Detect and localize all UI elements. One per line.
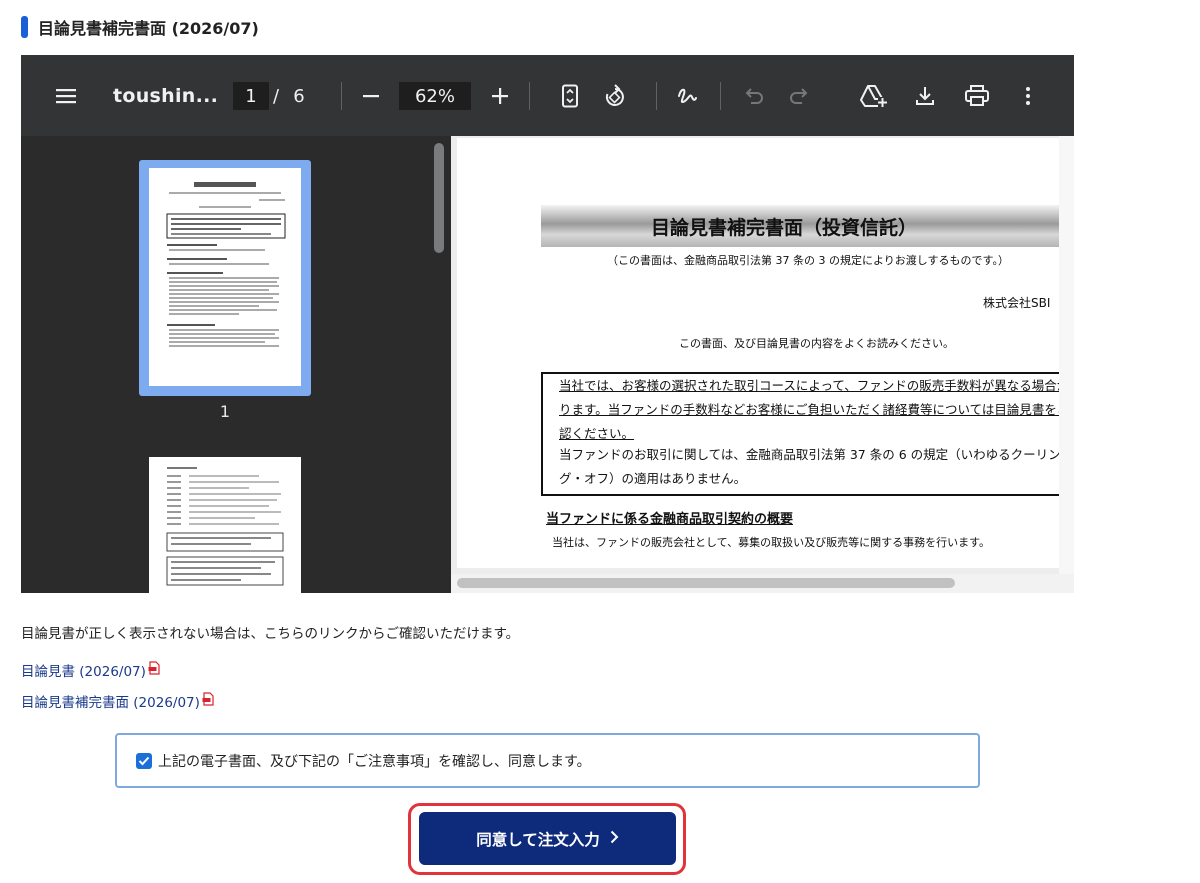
supplementary-doc-link-label[interactable]: 目論見書補完書面 (2026/07) [21,691,200,711]
prospectus-link-label[interactable]: 目論見書 (2026/07) [21,660,146,680]
document-hscroll-track [451,574,1074,593]
download-icon[interactable] [913,83,937,109]
menu-icon[interactable] [54,84,78,108]
notice-line: 認ください。 [559,426,635,441]
fit-page-icon[interactable] [558,83,582,109]
document-notice-box: 当社では、お客様の選択された取引コースによって、ファンドの販売手数料が異なる場合… [541,372,1059,496]
prospectus-link[interactable]: 目論見書 (2026/07) [21,660,160,680]
pdf-toolbar: toushin... 1 / 6 62% [21,55,1074,136]
agreement-box: 上記の電子書面、及び下記の「ご注意事項」を確認し、同意します。 [115,733,980,788]
thumbnail-content [166,182,286,347]
document-page: 目論見書補完書面（投資信託） （この書面は、金融商品取引法第 37 条の 3 の… [457,138,1059,568]
agreement-label[interactable]: 上記の電子書面、及び下記の「ご注意事項」を確認し、同意します。 [158,751,591,771]
page-separator: / [273,85,280,107]
notice-line: 当ファンドのお取引に関しては、金融商品取引法第 37 条の 6 の規定（いわゆる… [559,447,1059,462]
display-notice: 目論見書が正しく表示されない場合は、こちらのリンクからご確認いただけます。 [21,626,520,642]
notice-line: 当社では、お客様の選択された取引コースによって、ファンドの販売手数料が異なる場合… [559,378,1059,393]
thumbnail-scrollbar[interactable] [434,143,444,253]
print-icon[interactable] [963,83,991,109]
zoom-in-icon[interactable] [488,84,512,108]
toolbar-divider [656,82,657,110]
section-header: 目論見書補完書面 (2026/07) [21,15,259,39]
annotate-icon[interactable] [674,83,700,109]
pdf-icon [148,661,160,679]
zoom-level-input[interactable]: 62% [399,82,471,110]
agree-and-order-label: 同意して注文入力 [476,830,600,849]
rotate-icon[interactable] [601,83,629,109]
supplementary-doc-link[interactable]: 目論見書補完書面 (2026/07) [21,691,214,711]
chevron-right-icon [610,830,619,848]
page-total: 6 [293,85,305,107]
notice-line: ります。当ファンドの手数料などお客様にご負担いただく諸経費等については目論見書を… [559,402,1059,417]
thumbnail-content [166,467,284,586]
toolbar-divider [529,82,530,110]
document-scrollbar-track [1059,136,1074,574]
document-pane: 目論見書補完書面（投資信託） （この書面は、金融商品取引法第 37 条の 3 の… [451,136,1074,593]
pdf-viewer: toushin... 1 / 6 62% 1 目論見書補完書面（投資信託） （こ… [21,55,1074,593]
page-number-input[interactable]: 1 [233,82,269,110]
zoom-out-icon[interactable] [359,84,383,108]
redo-icon [787,84,811,108]
more-icon[interactable] [1018,83,1038,109]
toolbar-divider [720,82,721,110]
notice-line: グ・オフ）の適用はありません。 [559,471,747,486]
agree-and-order-button[interactable]: 同意して注文入力 [419,812,676,865]
save-to-drive-icon[interactable] [859,83,887,109]
pdf-icon [202,692,214,710]
checkmark-icon [138,756,150,765]
thumbnail-page-2[interactable] [149,457,301,593]
document-title: 目論見書補完書面（投資信託） [541,205,1059,247]
document-company: 株式会社SBI [983,296,1051,310]
undo-icon [742,84,766,108]
title-accent-bar [21,16,28,38]
document-read-notice: この書面、及び目論見書の内容をよくお読みください。 [679,337,954,350]
document-heading: 当ファンドに係る金融商品取引契約の概要 [546,512,794,527]
thumbnail-page-1[interactable] [149,168,301,386]
document-subtitle: （この書面は、金融商品取引法第 37 条の 3 の規定によりお渡しするものです。… [607,254,1009,267]
thumbnail-page-label: 1 [219,402,231,421]
toolbar-divider [341,82,342,110]
agreement-checkbox[interactable] [136,752,152,769]
section-title: 目論見書補完書面 (2026/07) [38,19,259,38]
document-name: toushin... [113,85,219,107]
thumbnail-sidebar: 1 [21,136,451,593]
document-paragraph: 当社は、ファンドの販売会社として、募集の取扱い及び販売等に関する事務を行います。 [552,536,991,549]
document-horizontal-scrollbar[interactable] [457,578,955,588]
